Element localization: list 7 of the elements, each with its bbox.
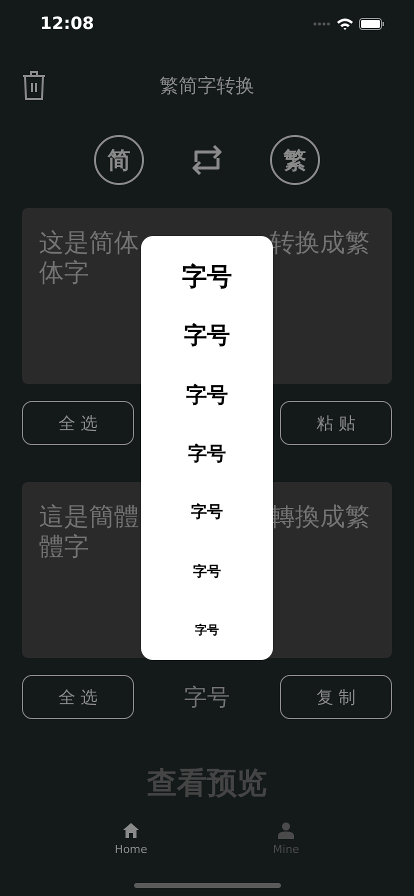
text-fragment: 體字 (39, 532, 89, 562)
status-time: 12:08 (40, 14, 94, 34)
text-fragment: 转换成繁 (270, 228, 370, 258)
text-fragment: 這是簡體 (39, 502, 139, 532)
screen-title: 繁简字转换 (160, 74, 254, 99)
text-fragment: 这是简体 (39, 228, 139, 258)
text-fragment: 体字 (39, 258, 89, 288)
